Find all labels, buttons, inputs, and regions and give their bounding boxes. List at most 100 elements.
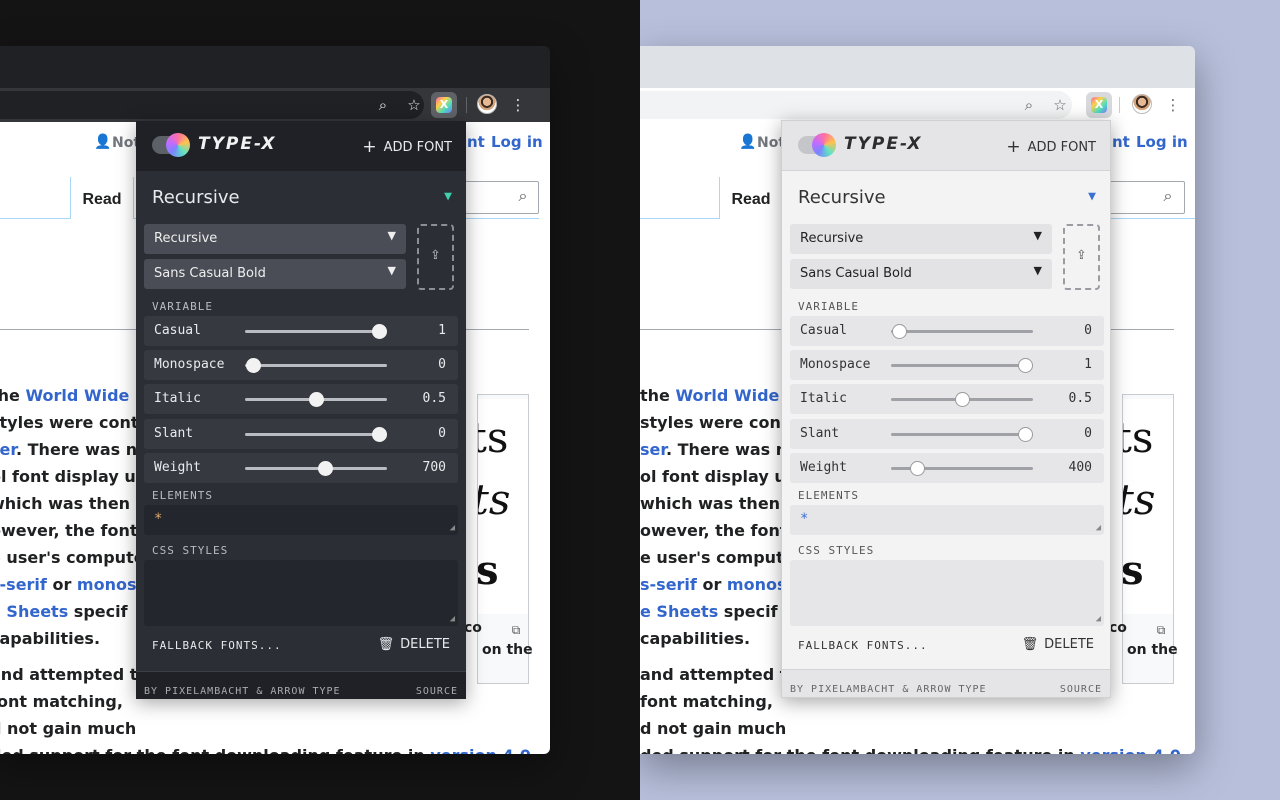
article-link[interactable]: monos	[727, 575, 787, 594]
article-link[interactable]: World Wide	[675, 386, 779, 405]
glyph-sample-1: ts	[478, 413, 509, 462]
axis-value[interactable]: 0	[1084, 323, 1092, 338]
tab-read[interactable]: Read	[719, 177, 783, 219]
axis-slider-track[interactable]	[245, 467, 387, 470]
delete-button[interactable]: 🗑 DELETE	[1022, 637, 1094, 652]
upload-icon: ⇪	[430, 244, 441, 264]
axis-slider-thumb[interactable]	[910, 461, 925, 476]
axis-slider-track[interactable]	[891, 433, 1033, 436]
article-link[interactable]: version 4.0	[430, 746, 530, 754]
axis-slider-thumb[interactable]	[318, 461, 333, 476]
elements-input[interactable]: * ◢	[790, 505, 1104, 535]
font-family-select[interactable]: Recursive ▼	[144, 224, 406, 254]
article-link[interactable]: World Wide	[25, 386, 129, 405]
type-x-extension-button[interactable]: X	[431, 92, 457, 118]
upload-font-button[interactable]: ⇪	[417, 224, 454, 290]
axis-slider-thumb[interactable]	[372, 427, 387, 442]
login-link[interactable]: Log in	[1136, 133, 1188, 151]
browser-menu-icon[interactable]: ⋮	[508, 95, 528, 115]
card-actions: FALLBACK FONTS... 🗑 DELETE	[136, 631, 466, 661]
article-link[interactable]: monos	[77, 575, 137, 594]
axis-slider-thumb[interactable]	[1018, 427, 1033, 442]
axis-slider-thumb[interactable]	[955, 392, 970, 407]
credits-text[interactable]: BY PIXELAMBACHT & ARROW TYPE	[144, 686, 341, 697]
resize-handle-icon[interactable]: ◢	[1096, 523, 1101, 533]
axis-value[interactable]: 0	[438, 357, 446, 372]
article-link[interactable]: e Sheets	[0, 602, 68, 621]
contributions-link[interactable]: nt	[467, 133, 485, 151]
axis-row-slant: Slant 0	[144, 419, 458, 449]
upload-font-button[interactable]: ⇪	[1063, 224, 1100, 290]
axis-slider-track[interactable]	[891, 364, 1033, 367]
resize-handle-icon[interactable]: ◢	[450, 614, 455, 624]
article-text: or	[696, 575, 727, 594]
font-style-select[interactable]: Sans Casual Bold ▼	[790, 259, 1052, 289]
resize-handle-icon[interactable]: ◢	[450, 523, 455, 533]
fallback-fonts-button[interactable]: FALLBACK FONTS...	[152, 639, 282, 652]
enlarge-icon[interactable]: ⧉	[1151, 620, 1171, 640]
axis-slider-thumb[interactable]	[372, 324, 387, 339]
bookmark-star-icon[interactable]: ☆	[404, 95, 424, 115]
font-card-title: Recursive	[798, 187, 886, 208]
zoom-icon[interactable]: ⌕	[1019, 95, 1039, 115]
axis-slider-thumb[interactable]	[892, 324, 907, 339]
font-family-select[interactable]: Recursive ▼	[790, 224, 1052, 254]
article-text: owever, the font	[0, 521, 138, 540]
credits-text[interactable]: BY PIXELAMBACHT & ARROW TYPE	[790, 684, 987, 695]
profile-avatar[interactable]	[1132, 94, 1152, 114]
collapse-chevron-icon[interactable]: ▼	[1088, 189, 1096, 204]
article-text: e user's compute	[0, 548, 145, 567]
add-font-button[interactable]: + ADD FONT	[362, 137, 452, 157]
article-link[interactable]: ser	[640, 440, 666, 459]
axis-row-slant: Slant 0	[790, 419, 1104, 449]
delete-button[interactable]: 🗑 DELETE	[378, 637, 450, 652]
font-style-select[interactable]: Sans Casual Bold ▼	[144, 259, 406, 289]
article-link[interactable]: s-serif	[0, 575, 47, 594]
source-link[interactable]: SOURCE	[1060, 684, 1102, 695]
tab-read[interactable]: Read	[70, 177, 134, 219]
enlarge-icon[interactable]: ⧉	[506, 620, 526, 640]
axis-slider-track[interactable]	[245, 433, 387, 436]
toggle-knob[interactable]	[166, 133, 190, 157]
article-link[interactable]: e Sheets	[640, 602, 718, 621]
axis-value[interactable]: 1	[1084, 357, 1092, 372]
axis-value[interactable]: 0	[1084, 426, 1092, 441]
elements-input[interactable]: * ◢	[144, 505, 458, 535]
article-link[interactable]: s-serif	[640, 575, 697, 594]
collapse-chevron-icon[interactable]: ▼	[444, 189, 452, 204]
toggle-knob[interactable]	[812, 133, 836, 157]
css-styles-input[interactable]: ◢	[144, 560, 458, 626]
contributions-link[interactable]: nt	[1112, 133, 1130, 151]
type-x-extension-button[interactable]: X	[1086, 92, 1112, 118]
axis-slider-track[interactable]	[891, 330, 1033, 333]
axis-value[interactable]: 700	[423, 460, 446, 475]
profile-avatar[interactable]	[477, 94, 497, 114]
article-line: owever, the font	[640, 521, 788, 540]
resize-handle-icon[interactable]: ◢	[1096, 614, 1101, 624]
axis-value[interactable]: 0.5	[423, 391, 446, 406]
axis-value[interactable]: 1	[438, 323, 446, 338]
css-styles-input[interactable]: ◢	[790, 560, 1104, 626]
article-link[interactable]: ser	[0, 440, 16, 459]
article-link[interactable]: version 4.0	[1080, 746, 1180, 754]
search-icon[interactable]: ⌕	[512, 186, 534, 208]
search-icon[interactable]: ⌕	[1157, 186, 1179, 208]
zoom-icon[interactable]: ⌕	[373, 95, 393, 115]
axis-slider-thumb[interactable]	[246, 358, 261, 373]
axis-slider-track[interactable]	[245, 330, 387, 333]
address-bar[interactable]	[640, 91, 1072, 119]
axis-value[interactable]: 0.5	[1069, 391, 1092, 406]
add-font-button[interactable]: + ADD FONT	[1006, 137, 1096, 157]
fallback-fonts-button[interactable]: FALLBACK FONTS...	[798, 639, 928, 652]
axis-value[interactable]: 0	[438, 426, 446, 441]
browser-menu-icon[interactable]: ⋮	[1163, 95, 1183, 115]
axis-value[interactable]: 400	[1069, 460, 1092, 475]
bookmark-star-icon[interactable]: ☆	[1050, 95, 1070, 115]
login-link[interactable]: Log in	[491, 133, 543, 151]
axis-slider-thumb[interactable]	[1018, 358, 1033, 373]
axis-slider-thumb[interactable]	[309, 392, 324, 407]
article-line: owever, the font	[0, 521, 138, 540]
source-link[interactable]: SOURCE	[416, 686, 458, 697]
address-bar[interactable]	[0, 91, 424, 119]
axis-slider-track[interactable]	[245, 364, 387, 367]
